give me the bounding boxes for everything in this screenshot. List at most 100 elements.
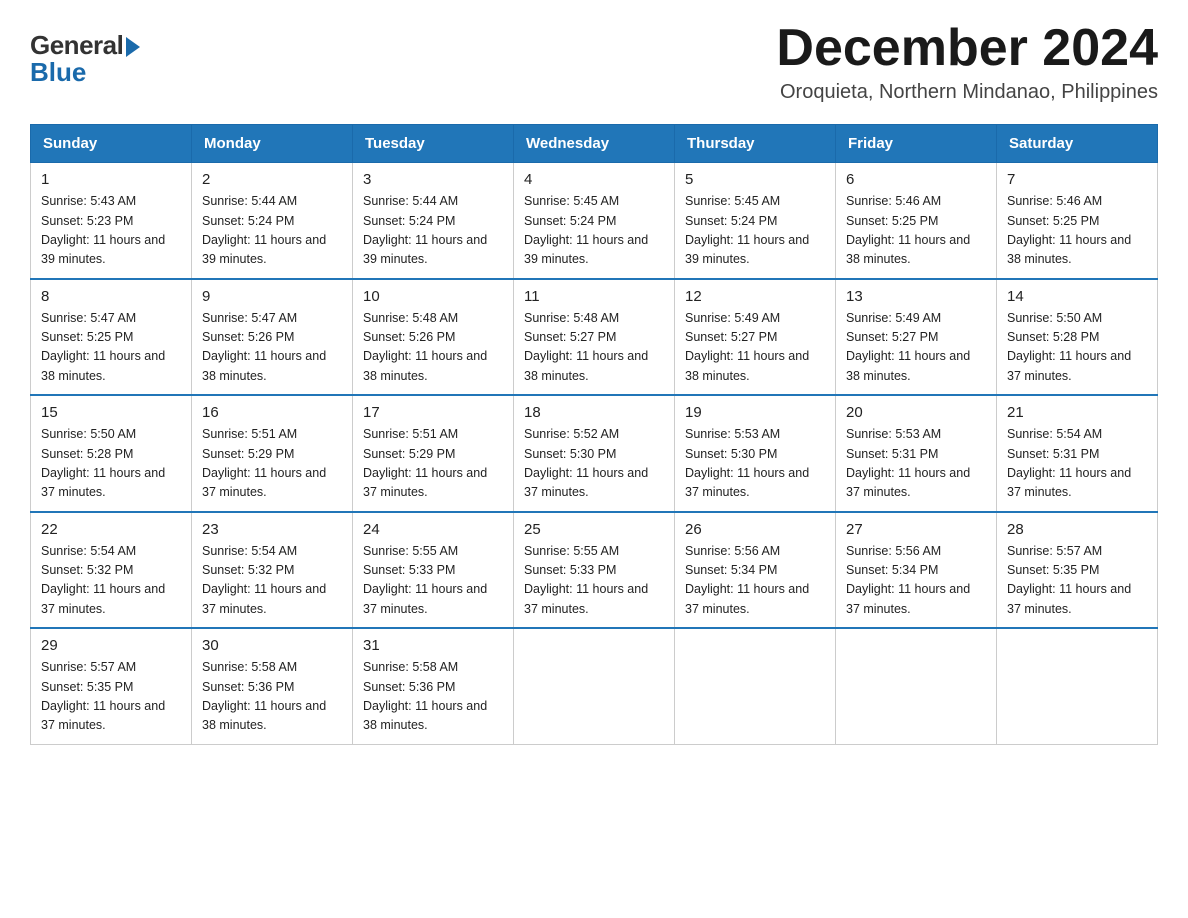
day-number: 18 [524,404,664,421]
day-info: Sunrise: 5:54 AM Sunset: 5:32 PM Dayligh… [41,542,181,620]
calendar-week-row: 22 Sunrise: 5:54 AM Sunset: 5:32 PM Dayl… [31,512,1158,629]
day-number: 2 [202,171,342,188]
day-number: 11 [524,288,664,305]
day-info: Sunrise: 5:49 AM Sunset: 5:27 PM Dayligh… [846,309,986,387]
calendar-cell: 24 Sunrise: 5:55 AM Sunset: 5:33 PM Dayl… [353,512,514,629]
day-number: 26 [685,521,825,538]
day-number: 19 [685,404,825,421]
day-info: Sunrise: 5:49 AM Sunset: 5:27 PM Dayligh… [685,309,825,387]
logo-arrow-icon [126,37,140,57]
calendar-header-monday: Monday [192,125,353,163]
day-number: 7 [1007,171,1147,188]
day-info: Sunrise: 5:46 AM Sunset: 5:25 PM Dayligh… [1007,192,1147,270]
calendar-header-saturday: Saturday [997,125,1158,163]
day-info: Sunrise: 5:56 AM Sunset: 5:34 PM Dayligh… [685,542,825,620]
day-info: Sunrise: 5:58 AM Sunset: 5:36 PM Dayligh… [202,658,342,736]
calendar-cell: 30 Sunrise: 5:58 AM Sunset: 5:36 PM Dayl… [192,628,353,744]
month-year-title: December 2024 [776,20,1158,77]
day-number: 29 [41,637,181,654]
calendar-header-thursday: Thursday [675,125,836,163]
day-number: 31 [363,637,503,654]
day-info: Sunrise: 5:48 AM Sunset: 5:26 PM Dayligh… [363,309,503,387]
day-number: 16 [202,404,342,421]
calendar-cell [514,628,675,744]
day-number: 12 [685,288,825,305]
calendar-cell: 16 Sunrise: 5:51 AM Sunset: 5:29 PM Dayl… [192,395,353,512]
day-info: Sunrise: 5:48 AM Sunset: 5:27 PM Dayligh… [524,309,664,387]
day-info: Sunrise: 5:43 AM Sunset: 5:23 PM Dayligh… [41,192,181,270]
day-number: 27 [846,521,986,538]
day-number: 4 [524,171,664,188]
day-number: 22 [41,521,181,538]
calendar-header-tuesday: Tuesday [353,125,514,163]
calendar-cell: 17 Sunrise: 5:51 AM Sunset: 5:29 PM Dayl… [353,395,514,512]
calendar-cell: 5 Sunrise: 5:45 AM Sunset: 5:24 PM Dayli… [675,163,836,279]
calendar-cell [836,628,997,744]
calendar-header-sunday: Sunday [31,125,192,163]
calendar-cell: 15 Sunrise: 5:50 AM Sunset: 5:28 PM Dayl… [31,395,192,512]
calendar-cell: 9 Sunrise: 5:47 AM Sunset: 5:26 PM Dayli… [192,279,353,396]
day-number: 10 [363,288,503,305]
calendar-cell: 25 Sunrise: 5:55 AM Sunset: 5:33 PM Dayl… [514,512,675,629]
day-info: Sunrise: 5:58 AM Sunset: 5:36 PM Dayligh… [363,658,503,736]
logo: General Blue [30,30,140,88]
calendar-cell [997,628,1158,744]
calendar-cell: 27 Sunrise: 5:56 AM Sunset: 5:34 PM Dayl… [836,512,997,629]
calendar-cell: 22 Sunrise: 5:54 AM Sunset: 5:32 PM Dayl… [31,512,192,629]
day-number: 21 [1007,404,1147,421]
page-header: General Blue December 2024 Oroquieta, No… [30,20,1158,104]
day-number: 14 [1007,288,1147,305]
day-info: Sunrise: 5:47 AM Sunset: 5:25 PM Dayligh… [41,309,181,387]
calendar-cell: 29 Sunrise: 5:57 AM Sunset: 5:35 PM Dayl… [31,628,192,744]
calendar-cell: 12 Sunrise: 5:49 AM Sunset: 5:27 PM Dayl… [675,279,836,396]
calendar-cell: 23 Sunrise: 5:54 AM Sunset: 5:32 PM Dayl… [192,512,353,629]
calendar-table: SundayMondayTuesdayWednesdayThursdayFrid… [30,124,1158,745]
calendar-cell: 28 Sunrise: 5:57 AM Sunset: 5:35 PM Dayl… [997,512,1158,629]
day-info: Sunrise: 5:44 AM Sunset: 5:24 PM Dayligh… [202,192,342,270]
calendar-week-row: 15 Sunrise: 5:50 AM Sunset: 5:28 PM Dayl… [31,395,1158,512]
calendar-header-friday: Friday [836,125,997,163]
day-info: Sunrise: 5:46 AM Sunset: 5:25 PM Dayligh… [846,192,986,270]
calendar-cell [675,628,836,744]
day-number: 6 [846,171,986,188]
day-info: Sunrise: 5:54 AM Sunset: 5:31 PM Dayligh… [1007,425,1147,503]
day-info: Sunrise: 5:56 AM Sunset: 5:34 PM Dayligh… [846,542,986,620]
day-info: Sunrise: 5:47 AM Sunset: 5:26 PM Dayligh… [202,309,342,387]
day-info: Sunrise: 5:55 AM Sunset: 5:33 PM Dayligh… [524,542,664,620]
day-number: 3 [363,171,503,188]
calendar-cell: 14 Sunrise: 5:50 AM Sunset: 5:28 PM Dayl… [997,279,1158,396]
day-number: 30 [202,637,342,654]
calendar-week-row: 1 Sunrise: 5:43 AM Sunset: 5:23 PM Dayli… [31,163,1158,279]
day-number: 8 [41,288,181,305]
day-number: 24 [363,521,503,538]
calendar-cell: 11 Sunrise: 5:48 AM Sunset: 5:27 PM Dayl… [514,279,675,396]
calendar-cell: 1 Sunrise: 5:43 AM Sunset: 5:23 PM Dayli… [31,163,192,279]
day-number: 15 [41,404,181,421]
day-number: 23 [202,521,342,538]
day-info: Sunrise: 5:50 AM Sunset: 5:28 PM Dayligh… [41,425,181,503]
calendar-cell: 4 Sunrise: 5:45 AM Sunset: 5:24 PM Dayli… [514,163,675,279]
day-info: Sunrise: 5:50 AM Sunset: 5:28 PM Dayligh… [1007,309,1147,387]
day-info: Sunrise: 5:53 AM Sunset: 5:31 PM Dayligh… [846,425,986,503]
day-info: Sunrise: 5:57 AM Sunset: 5:35 PM Dayligh… [41,658,181,736]
calendar-cell: 3 Sunrise: 5:44 AM Sunset: 5:24 PM Dayli… [353,163,514,279]
day-number: 1 [41,171,181,188]
day-number: 20 [846,404,986,421]
day-number: 13 [846,288,986,305]
location-subtitle: Oroquieta, Northern Mindanao, Philippine… [776,81,1158,104]
day-info: Sunrise: 5:44 AM Sunset: 5:24 PM Dayligh… [363,192,503,270]
calendar-cell: 19 Sunrise: 5:53 AM Sunset: 5:30 PM Dayl… [675,395,836,512]
day-number: 17 [363,404,503,421]
calendar-cell: 26 Sunrise: 5:56 AM Sunset: 5:34 PM Dayl… [675,512,836,629]
calendar-cell: 18 Sunrise: 5:52 AM Sunset: 5:30 PM Dayl… [514,395,675,512]
calendar-week-row: 29 Sunrise: 5:57 AM Sunset: 5:35 PM Dayl… [31,628,1158,744]
calendar-cell: 13 Sunrise: 5:49 AM Sunset: 5:27 PM Dayl… [836,279,997,396]
day-info: Sunrise: 5:54 AM Sunset: 5:32 PM Dayligh… [202,542,342,620]
day-number: 9 [202,288,342,305]
day-number: 28 [1007,521,1147,538]
day-info: Sunrise: 5:55 AM Sunset: 5:33 PM Dayligh… [363,542,503,620]
day-info: Sunrise: 5:57 AM Sunset: 5:35 PM Dayligh… [1007,542,1147,620]
day-info: Sunrise: 5:45 AM Sunset: 5:24 PM Dayligh… [524,192,664,270]
calendar-cell: 8 Sunrise: 5:47 AM Sunset: 5:25 PM Dayli… [31,279,192,396]
day-info: Sunrise: 5:52 AM Sunset: 5:30 PM Dayligh… [524,425,664,503]
